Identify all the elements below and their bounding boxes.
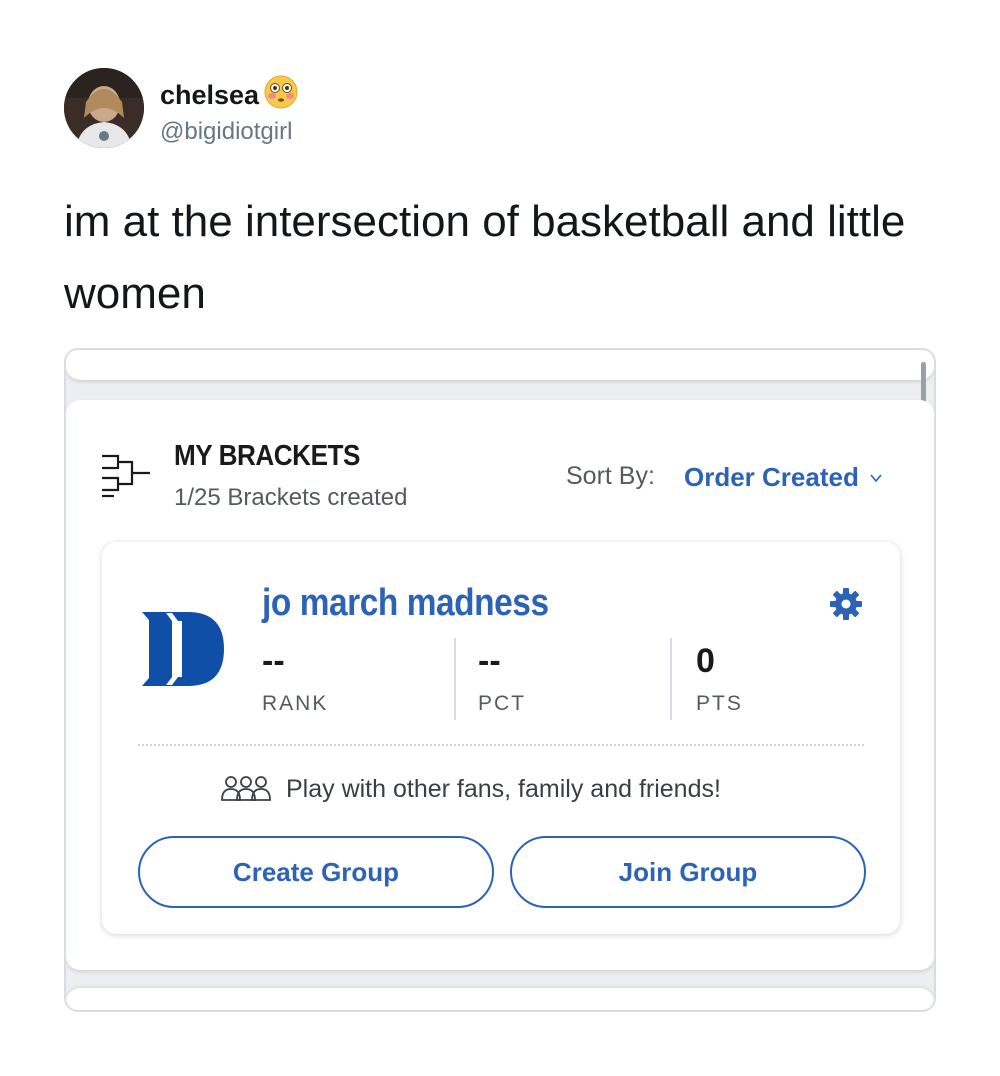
bracket-card: jo march madness -- RANK -- PCT 0 PTS Pl… xyxy=(102,542,900,934)
duke-d-logo xyxy=(142,612,224,686)
sort-dropdown[interactable]: Order Created xyxy=(684,462,883,493)
embedded-screenshot[interactable]: MY BRACKETS 1/25 Brackets created Sort B… xyxy=(64,348,936,1012)
stat-pts: 0 PTS xyxy=(696,642,743,720)
avatar[interactable] xyxy=(64,68,144,148)
pct-value: -- xyxy=(478,642,501,680)
brackets-count: 1/25 Brackets created xyxy=(174,484,408,511)
user-handle[interactable]: @bigidiotgirl xyxy=(160,118,292,146)
rank-value: -- xyxy=(262,642,285,680)
previous-card xyxy=(66,350,934,380)
divider xyxy=(138,744,864,746)
stat-rank: -- RANK xyxy=(262,642,328,720)
stat-divider xyxy=(670,638,672,720)
flushed-face-emoji-icon xyxy=(263,74,299,117)
rank-label: RANK xyxy=(262,692,329,715)
section-title: MY BRACKETS xyxy=(174,440,360,472)
stat-pct: -- PCT xyxy=(478,642,526,720)
pct-label: PCT xyxy=(478,692,526,715)
group-prompt: Play with other fans, family and friends… xyxy=(220,774,721,804)
avatar-photo xyxy=(64,68,144,148)
stat-divider xyxy=(454,638,456,720)
display-name-text: chelsea xyxy=(160,80,260,110)
sort-value: Order Created xyxy=(684,462,859,492)
my-brackets-panel: MY BRACKETS 1/25 Brackets created Sort B… xyxy=(66,400,934,970)
group-prompt-text: Play with other fans, family and friends… xyxy=(286,774,721,803)
display-name[interactable]: chelsea xyxy=(160,74,299,117)
bracket-name[interactable]: jo march madness xyxy=(262,582,549,625)
join-group-button[interactable]: Join Group xyxy=(510,836,866,908)
create-group-button[interactable]: Create Group xyxy=(138,836,494,908)
pts-value: 0 xyxy=(696,642,715,680)
people-group-icon xyxy=(221,776,271,801)
sort-label: Sort By: xyxy=(566,462,655,490)
brackets-icon xyxy=(102,454,150,498)
pts-label: PTS xyxy=(696,692,743,715)
gear-icon[interactable] xyxy=(828,586,864,622)
chevron-down-icon xyxy=(870,473,882,482)
tweet-text: im at the intersection of basketball and… xyxy=(64,197,906,318)
next-card xyxy=(66,988,934,1010)
